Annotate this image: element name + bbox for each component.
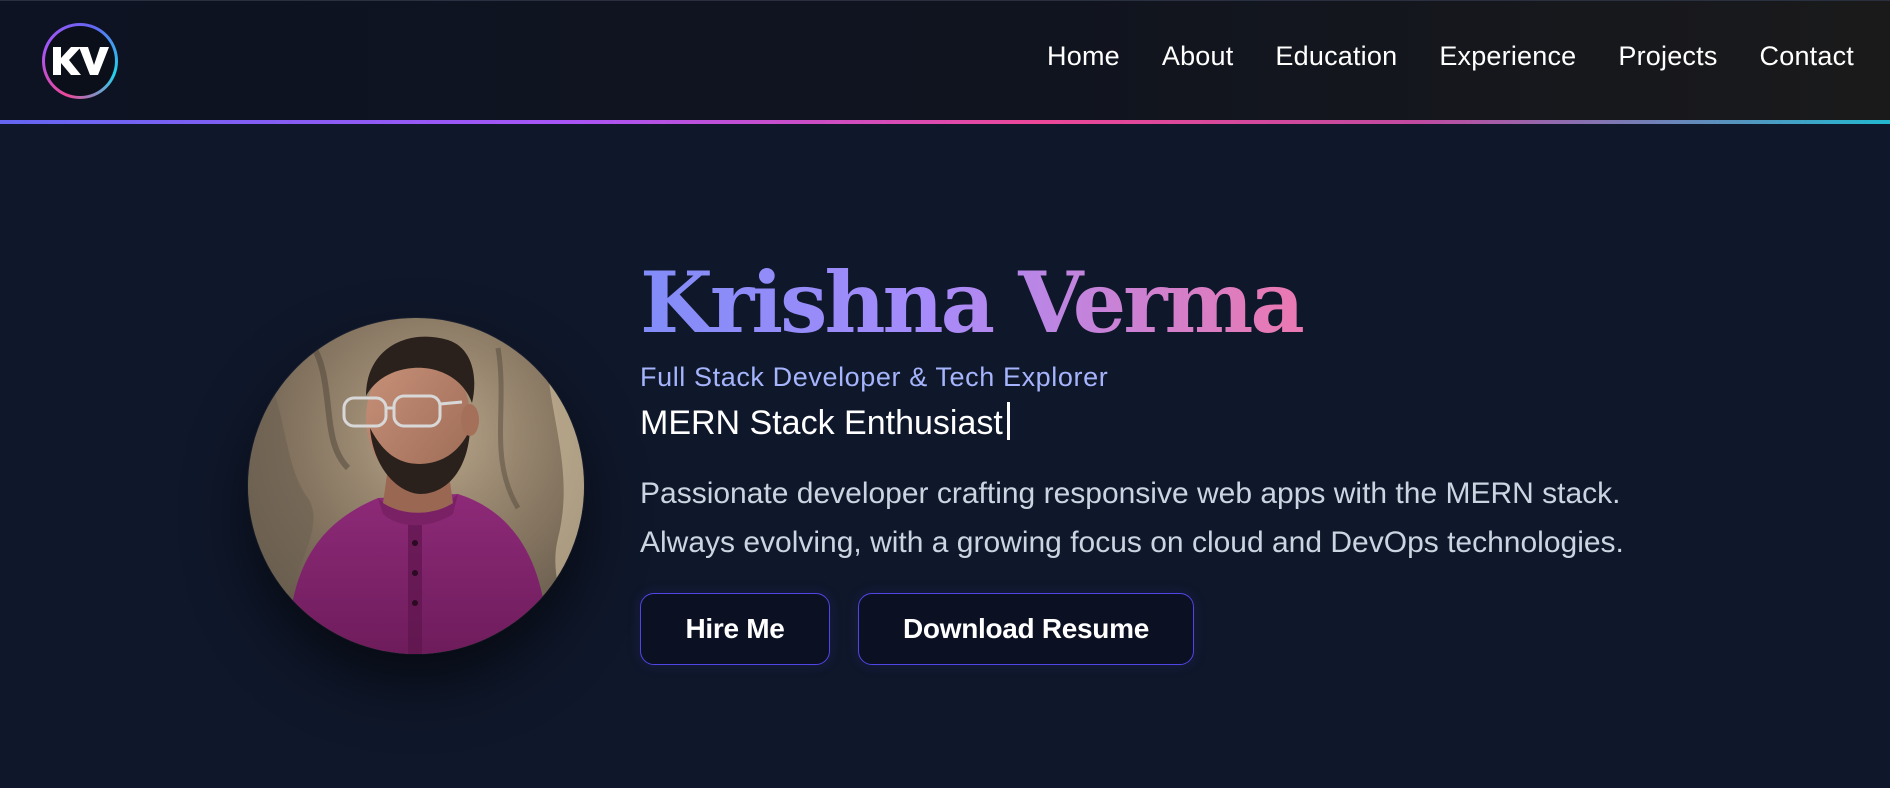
hero-buttons: Hire Me Download Resume [640,593,1680,665]
typed-text: MERN Stack Enthusiast [640,404,1003,442]
hero-name: Krishna Verma [640,248,1680,358]
nav-link-projects[interactable]: Projects [1618,41,1717,72]
profile-photo-illustration [248,318,584,654]
nav-link-education[interactable]: Education [1275,41,1397,72]
hero-section: Krishna Verma Full Stack Developer & Tec… [640,248,1680,665]
profile-photo [248,318,584,654]
nav-link-experience[interactable]: Experience [1439,41,1576,72]
hero-description: Passionate developer crafting responsive… [640,477,1624,559]
nav-link-contact[interactable]: Contact [1760,41,1854,72]
kv-logo-icon [45,26,115,96]
hire-me-button[interactable]: Hire Me [640,593,830,665]
navbar: Home About Education Experience Projects… [0,0,1890,120]
site-logo[interactable] [42,23,118,99]
nav-link-about[interactable]: About [1162,41,1234,72]
nav-link-home[interactable]: Home [1047,41,1120,72]
kv-monogram [53,47,109,75]
download-resume-button[interactable]: Download Resume [858,593,1194,665]
typing-cursor [1006,402,1010,440]
nav-gradient-divider [0,120,1890,124]
hero-typed-line: MERN Stack Enthusiast [640,401,1680,445]
hero-subtitle: Full Stack Developer & Tech Explorer [640,362,1109,392]
nav-links: Home About Education Experience Projects… [1047,41,1854,72]
portfolio-page: Home About Education Experience Projects… [0,0,1890,788]
